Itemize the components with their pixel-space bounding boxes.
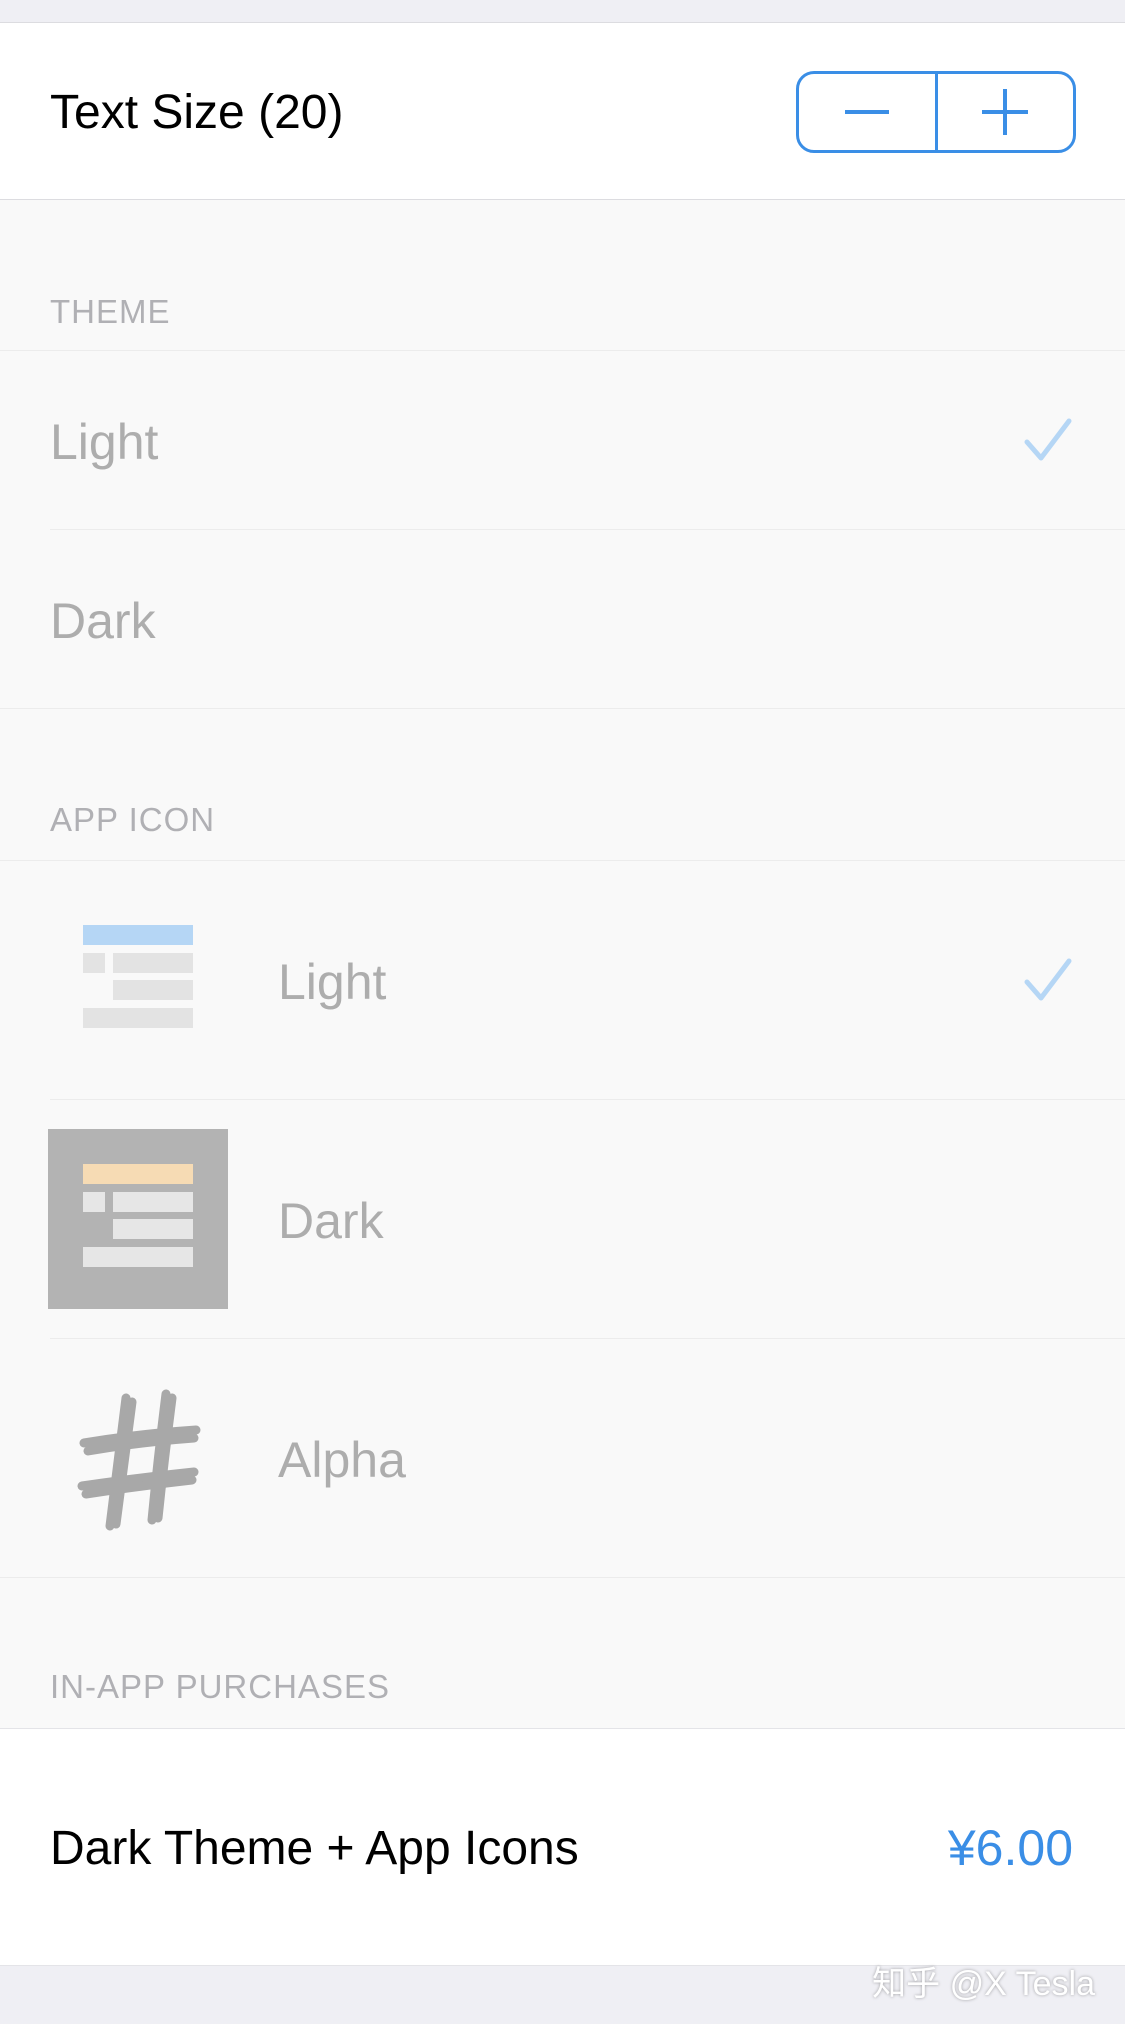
app-icon-option-dark[interactable]: Dark xyxy=(0,1100,1125,1338)
text-size-row: Text Size (20) xyxy=(0,22,1125,200)
purchase-price-button[interactable]: ¥6.00 xyxy=(948,1819,1073,1877)
theme-option-label: Light xyxy=(50,414,159,470)
checkmark-icon xyxy=(1024,418,1072,461)
settings-page: Text Size (20) THEME Light Dark APP ICON… xyxy=(0,0,1125,2024)
purchase-dark-theme-row[interactable]: Dark Theme + App Icons ¥6.00 xyxy=(0,1728,1125,1966)
app-icon-option-label: Alpha xyxy=(278,1432,406,1488)
theme-option-light[interactable]: Light xyxy=(0,351,1125,529)
minus-icon xyxy=(844,110,889,114)
divider xyxy=(0,1577,1125,1578)
dark-app-icon xyxy=(48,1129,228,1309)
app-icon-option-light[interactable]: Light xyxy=(0,861,1125,1099)
checkmark-icon xyxy=(1024,958,1072,1001)
purchase-item-label: Dark Theme + App Icons xyxy=(50,1822,579,1875)
text-size-label: Text Size (20) xyxy=(50,86,344,139)
hash-app-icon xyxy=(77,1389,201,1531)
decrease-text-size-button[interactable] xyxy=(799,74,935,150)
app-icon-option-label: Light xyxy=(278,954,387,1010)
light-app-icon xyxy=(48,890,228,1070)
divider xyxy=(0,708,1125,709)
app-icon-option-alpha[interactable]: Alpha xyxy=(0,1339,1125,1577)
watermark-text: 知乎 @X Tesla xyxy=(872,1965,1095,2003)
theme-section-header: THEME xyxy=(50,293,171,330)
app-icon-section-header: APP ICON xyxy=(50,801,216,838)
increase-text-size-button[interactable] xyxy=(934,74,1074,150)
top-strip xyxy=(0,0,1125,22)
theme-option-label: Dark xyxy=(50,593,156,649)
in-app-purchases-section-header: IN-APP PURCHASES xyxy=(50,1668,390,1705)
app-icon-option-label: Dark xyxy=(278,1193,384,1249)
locked-options-zone: THEME Light Dark APP ICON Light Dark Alp… xyxy=(0,200,1125,1728)
theme-option-dark[interactable]: Dark xyxy=(0,530,1125,708)
plus-icon-vertical xyxy=(1003,89,1008,135)
text-size-stepper[interactable] xyxy=(796,71,1076,153)
